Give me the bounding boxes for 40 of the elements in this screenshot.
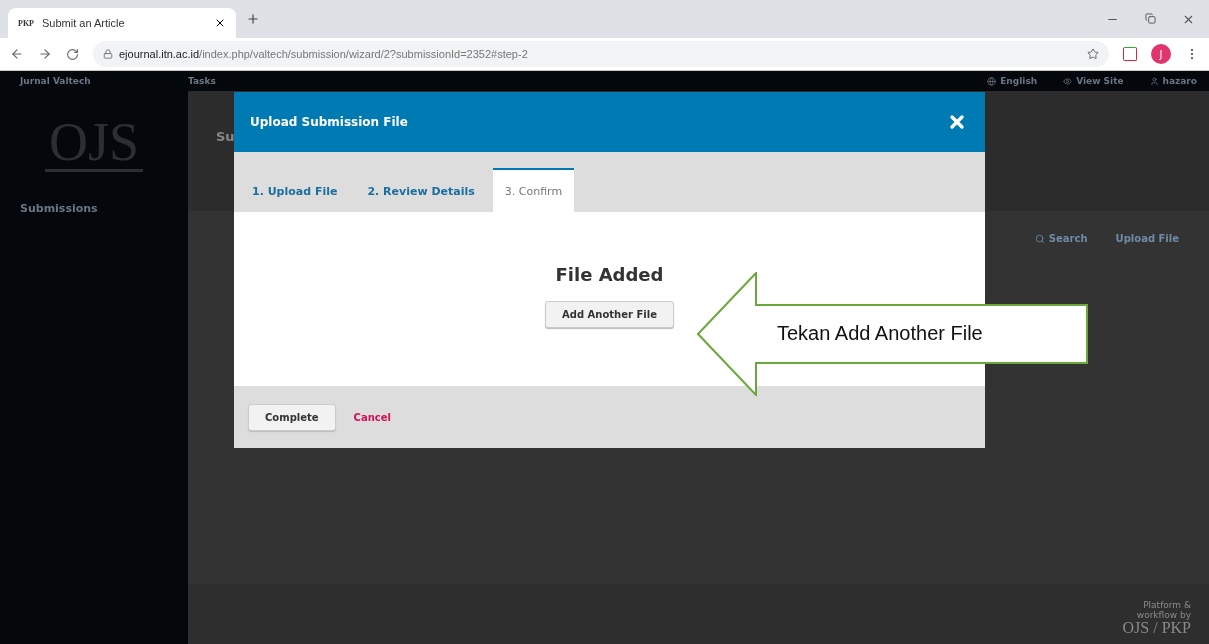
wizard-tab[interactable]: 3. Confirm	[492, 168, 575, 212]
complete-button[interactable]: Complete	[248, 403, 336, 431]
page-title: Su	[216, 129, 235, 146]
header-link[interactable]: hazaro	[1149, 76, 1197, 86]
extension-icon[interactable]	[1123, 47, 1137, 61]
modal-heading: File Added	[555, 264, 664, 285]
footer-brand: OJS / PKP	[1122, 620, 1191, 636]
site-name[interactable]: Jurnal Valtech	[20, 76, 188, 86]
tab-favicon: PKP	[18, 18, 34, 28]
profile-avatar[interactable]: J	[1151, 44, 1171, 64]
sidebar-item[interactable]: Submissions	[0, 202, 98, 215]
new-tab-icon[interactable]	[246, 12, 260, 26]
cancel-link[interactable]: Cancel	[353, 411, 391, 423]
reload-icon[interactable]	[66, 47, 79, 61]
footer-text: workflow by	[1136, 610, 1191, 620]
close-button[interactable]	[947, 112, 967, 132]
address-bar[interactable]: ejournal.itn.ac.id/index.php/valtech/submission/wizard/2?submissionId=2352#step-2	[93, 41, 1109, 67]
toolbar-link[interactable]: Upload File	[1115, 233, 1179, 244]
restore-icon[interactable]	[1145, 12, 1156, 24]
header-link[interactable]: View Site	[1063, 76, 1124, 86]
user-icon	[1149, 76, 1159, 86]
header-link[interactable]: English	[987, 76, 1038, 86]
footer-text: Platform &	[1143, 600, 1191, 610]
search-icon	[1034, 233, 1045, 244]
close-tab-icon[interactable]	[214, 17, 226, 29]
lock-icon	[103, 49, 113, 59]
globe-icon	[987, 76, 997, 86]
eye-icon	[1063, 76, 1073, 86]
forward-icon[interactable]	[38, 47, 52, 61]
callout-text: Tekan Add Another File	[777, 322, 983, 345]
back-icon[interactable]	[10, 47, 24, 61]
browser-tab[interactable]: PKP Submit an Article	[8, 8, 236, 38]
tab-title: Submit an Article	[42, 17, 126, 29]
star-icon[interactable]	[1087, 48, 1099, 60]
toolbar-link[interactable]: Search	[1034, 233, 1088, 244]
modal-title: Upload Submission File	[250, 115, 408, 129]
wizard-tab[interactable]: 1. Upload File	[240, 168, 350, 212]
wizard-tab[interactable]: 2. Review Details	[355, 168, 487, 212]
add-another-file-button[interactable]: Add Another File	[545, 301, 674, 328]
tasks-link[interactable]: Tasks	[188, 76, 216, 86]
